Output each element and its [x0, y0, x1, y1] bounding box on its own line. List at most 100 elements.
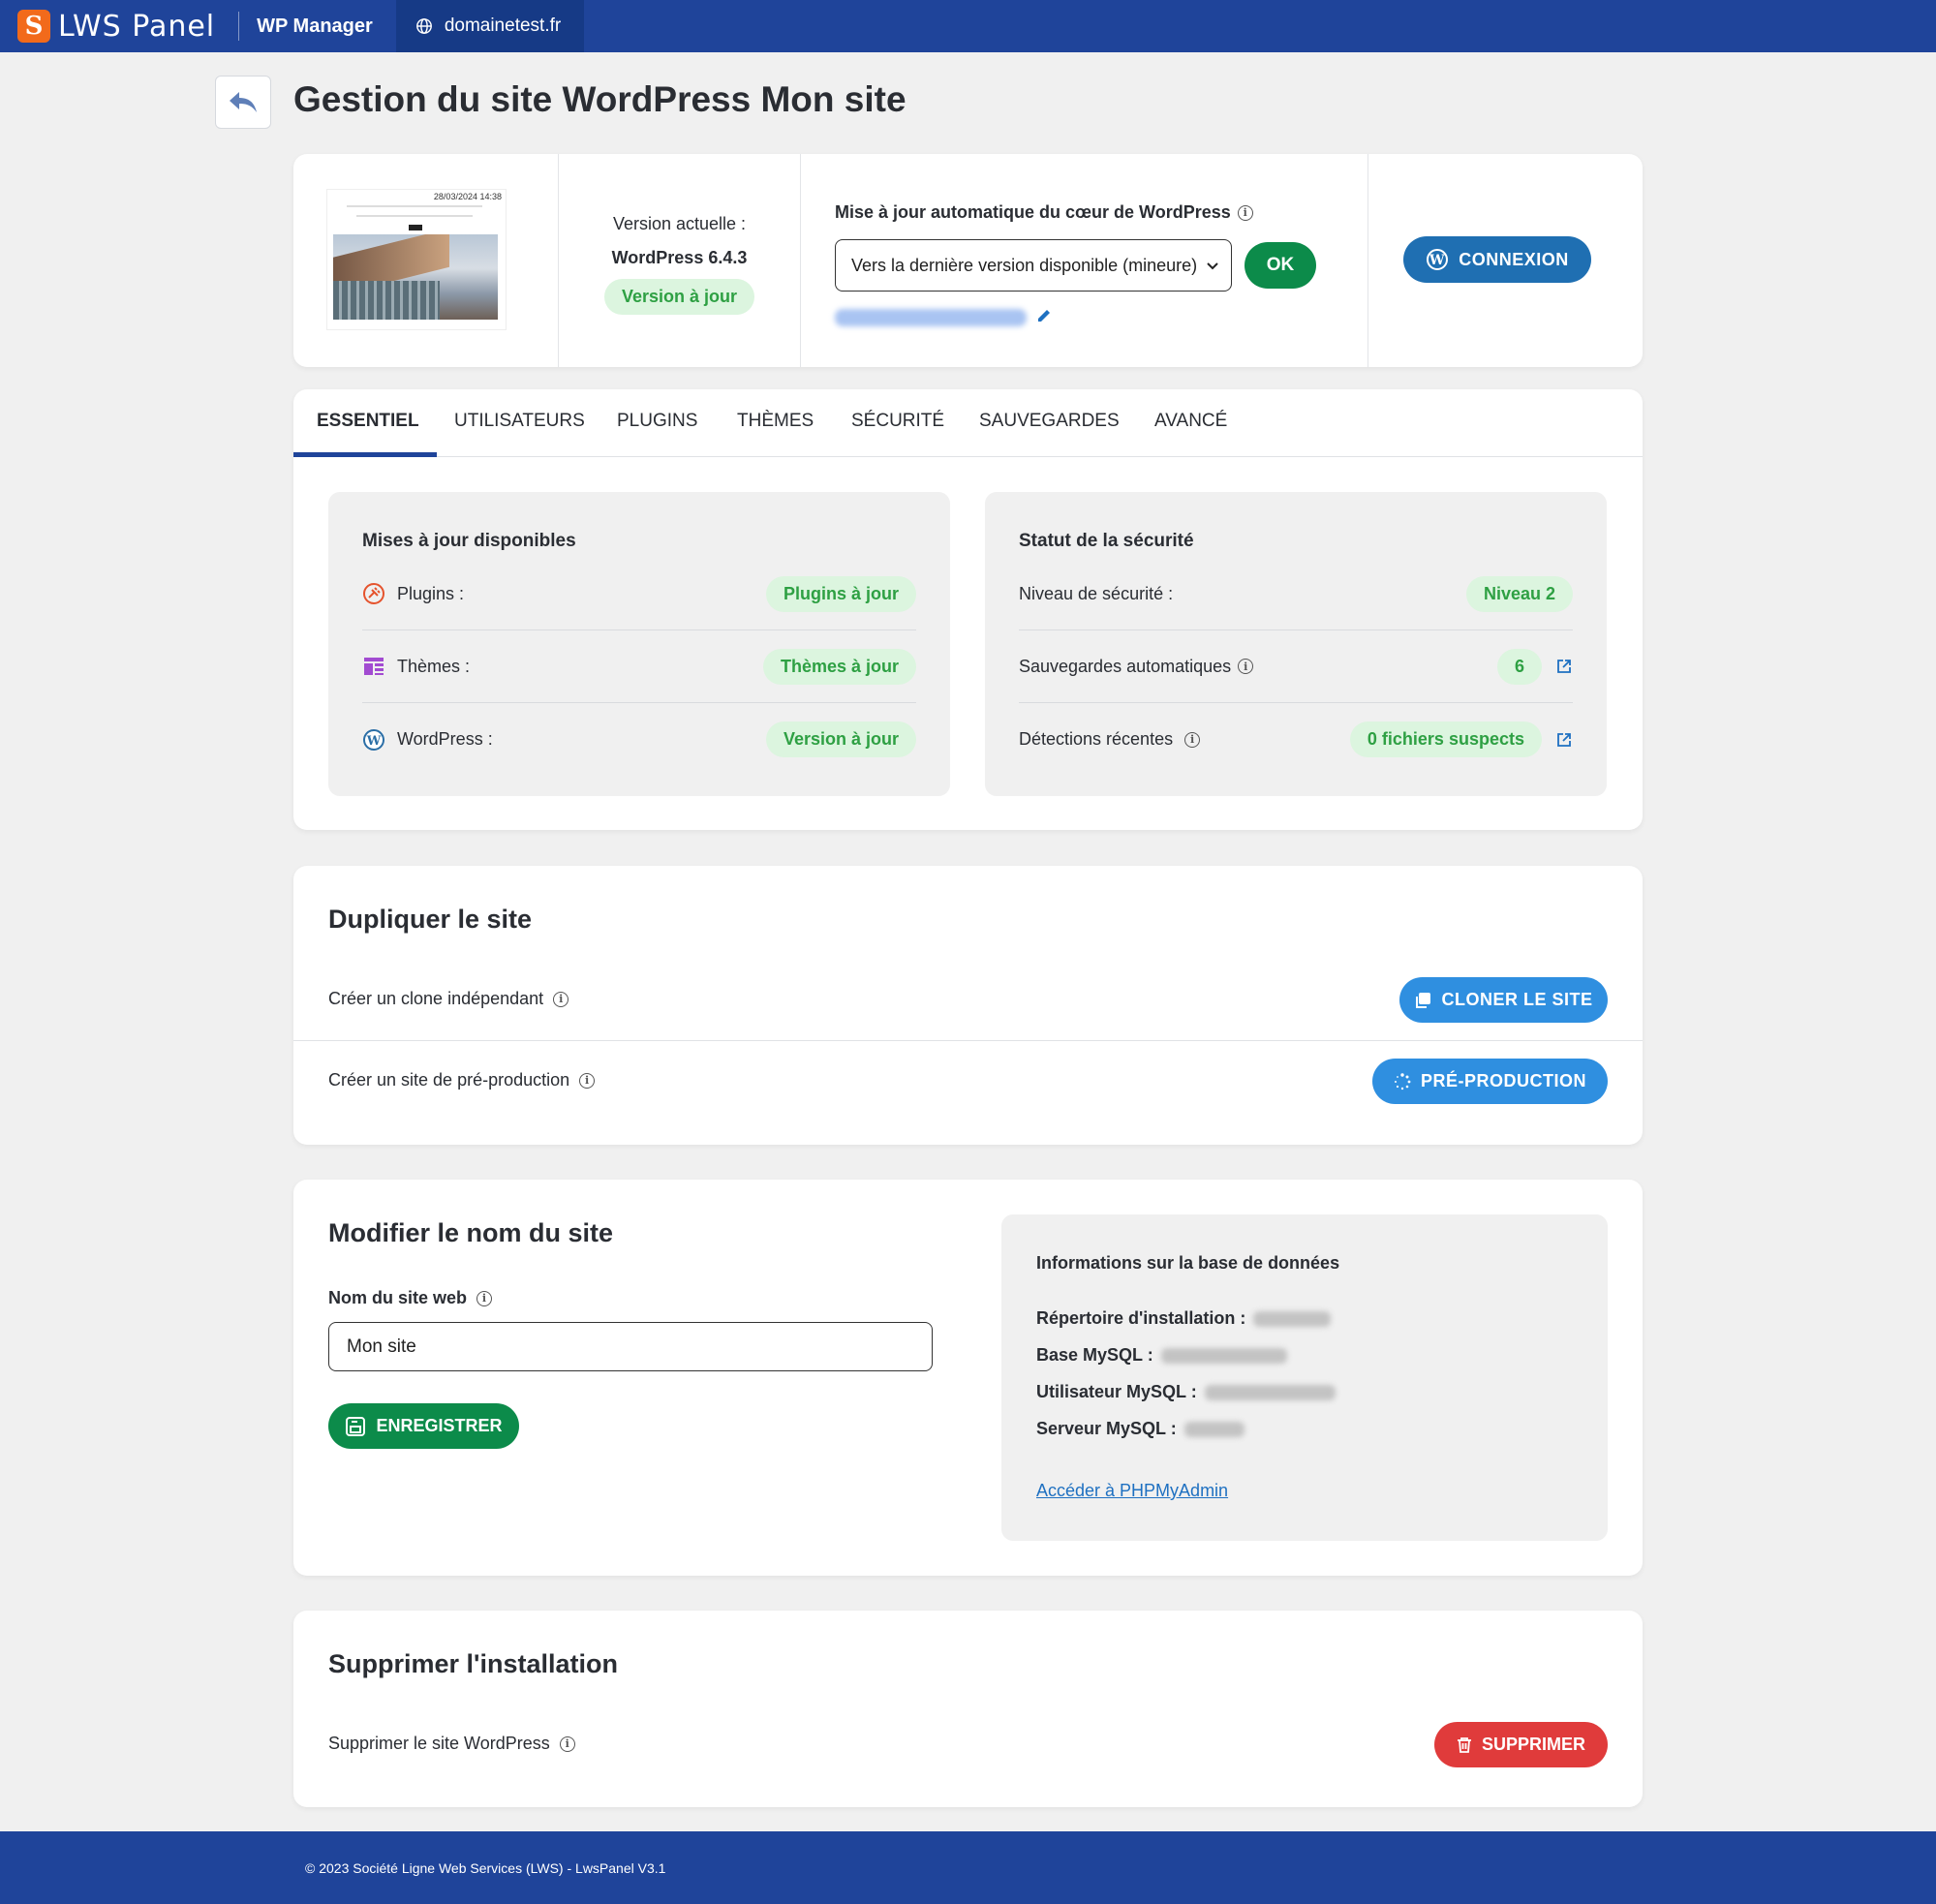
- lws-logo-text: LWS Panel: [58, 9, 216, 44]
- wp-manager-link[interactable]: WP Manager: [257, 0, 396, 52]
- reply-arrow-icon: [230, 91, 257, 112]
- version-label: Version actuelle :: [612, 214, 747, 233]
- site-url-link-blurred[interactable]: [835, 309, 1027, 326]
- mysql-user-row: Utilisateur MySQL :: [1036, 1382, 1336, 1402]
- security-row-detections: Détections récentes i 0 fichiers suspect…: [1019, 703, 1573, 776]
- tab-securite[interactable]: SÉCURITÉ: [851, 411, 944, 432]
- preprod-row-label: Créer un site de pré-production i: [328, 1070, 596, 1090]
- security-row-label: Niveau de sécurité :: [1019, 583, 1174, 603]
- info-icon[interactable]: i: [476, 1290, 493, 1306]
- delete-button[interactable]: SUPPRIMER: [1434, 1722, 1608, 1767]
- mysql-user-label: Utilisateur MySQL :: [1036, 1382, 1197, 1401]
- trash-icon: [1457, 1736, 1471, 1753]
- themes-status-badge: Thèmes à jour: [762, 648, 916, 685]
- duplicate-site-card: Dupliquer le site Créer un clone indépen…: [293, 866, 1643, 1145]
- delete-installation-card: Supprimer l'installation Supprimer le si…: [293, 1611, 1643, 1807]
- lws-logo-mark: S: [17, 10, 50, 43]
- suspect-files-badge: 0 fichiers suspects: [1349, 722, 1542, 757]
- info-icon[interactable]: i: [579, 1072, 596, 1089]
- clone-label: Créer un clone indépendant: [328, 989, 544, 1008]
- mysql-server-value-blurred: [1183, 1421, 1245, 1437]
- mysql-server-label: Serveur MySQL :: [1036, 1419, 1177, 1438]
- domain-selector[interactable]: domainetest.fr: [395, 0, 585, 52]
- site-name-field-label: Nom du site web i: [328, 1288, 493, 1308]
- site-info-card: 28/03/2024 14:38 Version actuelle : Word…: [293, 154, 1643, 367]
- tab-sauvegardes[interactable]: SAUVEGARDES: [979, 411, 1120, 432]
- site-thumbnail[interactable]: 28/03/2024 14:38: [326, 189, 507, 330]
- footer-copyright: © 2023 Société Ligne Web Services (LWS) …: [305, 1859, 666, 1876]
- info-icon[interactable]: i: [1238, 659, 1254, 674]
- floppy-disk-icon: [346, 1416, 366, 1436]
- install-dir-value-blurred: [1253, 1310, 1332, 1327]
- save-button-label: ENREGISTRER: [376, 1416, 503, 1435]
- delete-title: Supprimer l'installation: [328, 1649, 618, 1678]
- pencil-icon[interactable]: [1035, 307, 1053, 324]
- security-panel: Statut de la sécurité Niveau de sécurité…: [985, 492, 1607, 796]
- phpmyadmin-link[interactable]: Accéder à PHPMyAdmin: [1036, 1481, 1228, 1501]
- delete-label: Supprimer le site WordPress: [328, 1734, 550, 1753]
- security-row-level: Niveau de sécurité : Niveau 2: [1019, 558, 1573, 630]
- rename-site-card: Modifier le nom du site Nom du site web …: [293, 1180, 1643, 1576]
- tab-avance[interactable]: AVANCÉ: [1154, 411, 1227, 432]
- updates-row-themes: Thèmes : Thèmes à jour: [362, 630, 916, 703]
- auto-update-select[interactable]: Vers la dernière version disponible (min…: [835, 239, 1232, 292]
- globe-icon: [415, 18, 432, 34]
- mysql-server-row: Serveur MySQL :: [1036, 1419, 1245, 1439]
- info-icon[interactable]: i: [1184, 731, 1201, 748]
- updates-panel: Mises à jour disponibles Plugins : Plugi…: [328, 492, 950, 796]
- plugins-status-badge: Plugins à jour: [765, 575, 916, 612]
- domain-name: domainetest.fr: [444, 15, 562, 36]
- external-link-icon[interactable]: [1555, 731, 1573, 749]
- preprod-button-label: PRÉ-PRODUCTION: [1420, 1071, 1586, 1090]
- auto-update-label-text: Mise à jour automatique du cœur de WordP…: [835, 202, 1231, 222]
- updates-row-label: Thèmes :: [397, 656, 471, 676]
- svg-text:W: W: [366, 734, 382, 749]
- wordpress-icon: W: [362, 728, 385, 752]
- svg-text:W: W: [1429, 253, 1445, 268]
- tab-themes[interactable]: THÈMES: [737, 411, 814, 432]
- clone-row-label: Créer un clone indépendant i: [328, 989, 569, 1009]
- connexion-button[interactable]: W CONNEXION: [1403, 236, 1591, 283]
- thumbnail-text-line: [356, 215, 473, 217]
- updates-row-plugins: Plugins : Plugins à jour: [362, 558, 916, 630]
- security-row-label: Sauvegardes automatiques: [1019, 656, 1232, 676]
- clone-site-button[interactable]: CLONER LE SITE: [1399, 977, 1608, 1023]
- lws-logo[interactable]: S LWS Panel: [0, 0, 238, 52]
- install-dir-row: Répertoire d'installation :: [1036, 1308, 1332, 1329]
- external-link-icon[interactable]: [1555, 658, 1573, 675]
- site-thumbnail-column: 28/03/2024 14:38: [293, 154, 558, 367]
- updates-row-label: Plugins :: [397, 583, 465, 603]
- back-button[interactable]: [215, 76, 271, 129]
- mysql-base-row: Base MySQL :: [1036, 1345, 1287, 1366]
- loading-spinner-icon: [1394, 1072, 1411, 1090]
- thumbnail-building: [333, 281, 440, 320]
- version-column: Version actuelle : WordPress 6.4.3 Versi…: [559, 154, 800, 367]
- updates-row-label: WordPress :: [397, 729, 493, 749]
- auto-update-label: Mise à jour automatique du cœur de WordP…: [835, 202, 1253, 223]
- wordpress-status-badge: Version à jour: [765, 722, 916, 757]
- row-divider: [293, 1040, 1643, 1041]
- connexion-column: W CONNEXION: [1368, 154, 1643, 367]
- preproduction-button[interactable]: PRÉ-PRODUCTION: [1372, 1059, 1608, 1104]
- security-level-badge: Niveau 2: [1465, 575, 1573, 612]
- version-value: WordPress 6.4.3: [611, 248, 748, 267]
- connexion-label: CONNEXION: [1459, 249, 1569, 269]
- database-info-panel: Informations sur la base de données Répe…: [1001, 1214, 1608, 1541]
- tab-plugins[interactable]: PLUGINS: [617, 411, 697, 432]
- tab-essentiel[interactable]: ESSENTIEL: [317, 411, 419, 432]
- plugin-icon: [362, 582, 385, 605]
- info-icon[interactable]: i: [559, 1735, 575, 1752]
- tab-utilisateurs[interactable]: UTILISATEURS: [454, 411, 585, 432]
- thumbnail-date: 28/03/2024 14:38: [433, 192, 502, 201]
- security-row-backups: Sauvegardes automatiques i 6: [1019, 630, 1573, 703]
- delete-button-label: SUPPRIMER: [1481, 1735, 1585, 1754]
- chevron-down-icon: [1207, 262, 1218, 270]
- ok-button[interactable]: OK: [1245, 242, 1316, 289]
- info-icon[interactable]: i: [1237, 204, 1253, 221]
- topbar-divider: [238, 12, 240, 41]
- save-button[interactable]: ENREGISTRER: [328, 1403, 519, 1449]
- info-icon[interactable]: i: [553, 991, 569, 1007]
- footer: © 2023 Société Ligne Web Services (LWS) …: [0, 1831, 1936, 1904]
- active-tab-indicator: [293, 452, 437, 457]
- site-name-input[interactable]: [328, 1322, 933, 1371]
